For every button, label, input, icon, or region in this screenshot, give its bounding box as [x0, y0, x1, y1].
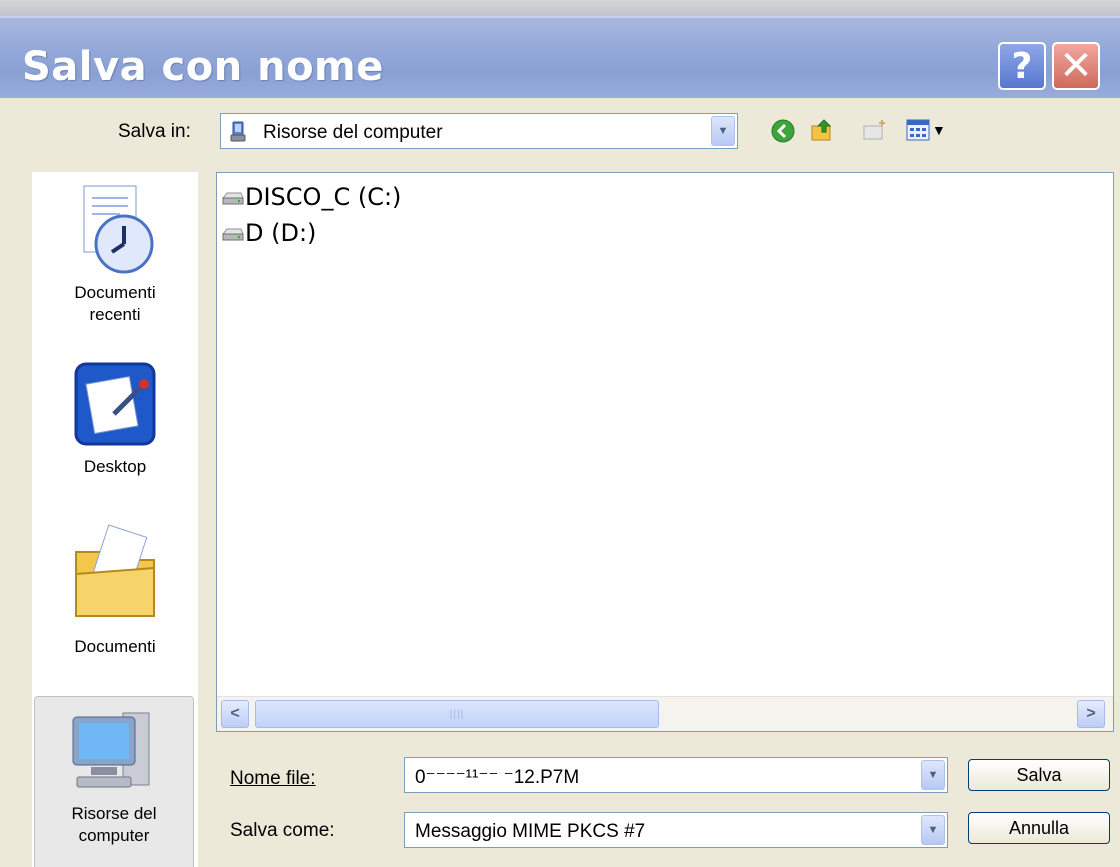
- view-menu-icon[interactable]: ▼: [906, 118, 946, 142]
- my-computer-icon: [229, 121, 251, 148]
- drive-icon: [221, 187, 245, 207]
- desktop-icon: [70, 358, 160, 450]
- dialog-title: Salva con nome: [22, 44, 384, 90]
- chevron-down-icon[interactable]: ▼: [711, 116, 735, 146]
- place-label: Documenti recenti: [74, 283, 156, 324]
- help-button[interactable]: ?: [998, 42, 1046, 90]
- chevron-down-icon[interactable]: ▼: [921, 760, 945, 790]
- save-in-label: Salva in:: [118, 121, 191, 142]
- place-label: Risorse del computer: [71, 804, 157, 845]
- close-button[interactable]: ✕: [1052, 42, 1100, 90]
- place-recent-documents[interactable]: Documenti recenti: [32, 182, 198, 326]
- file-name: D (D:): [245, 219, 317, 247]
- back-icon[interactable]: [770, 118, 796, 149]
- horizontal-scrollbar[interactable]: < |||| >: [217, 696, 1113, 731]
- place-desktop[interactable]: Desktop: [32, 358, 198, 478]
- place-label: Documenti: [74, 637, 156, 656]
- drive-icon: [221, 223, 245, 243]
- filetype-value: Messaggio MIME PKCS #7: [415, 821, 646, 842]
- place-label: Desktop: [83, 457, 147, 476]
- save-in-value: Risorse del computer: [263, 122, 443, 143]
- file-name: DISCO_C (C:): [245, 183, 402, 211]
- up-folder-icon[interactable]: [808, 116, 836, 149]
- background-window-strip: [0, 0, 1120, 16]
- list-item[interactable]: DISCO_C (C:): [221, 181, 401, 213]
- scrollbar-thumb[interactable]: ||||: [255, 700, 659, 728]
- recent-documents-icon: [70, 182, 160, 282]
- filetype-dropdown[interactable]: Messaggio MIME PKCS #7 ▼: [404, 812, 948, 848]
- filename-input[interactable]: 0⁻⁻⁻⁻¹¹⁻⁻ ⁻12.P7M ▼: [404, 757, 948, 793]
- filetype-label: Salva come:: [230, 820, 335, 841]
- save-in-dropdown[interactable]: Risorse del computer ▼: [220, 113, 738, 149]
- scroll-left-button[interactable]: <: [221, 700, 249, 728]
- save-as-dialog: Salva con nome ? ✕ Salva in: Risorse del…: [0, 0, 1120, 867]
- file-list[interactable]: DISCO_C (C:) D (D:) < |||| >: [216, 172, 1114, 732]
- my-computer-icon: [67, 707, 163, 802]
- chevron-down-icon[interactable]: ▼: [921, 815, 945, 845]
- scroll-right-button[interactable]: >: [1077, 700, 1105, 728]
- title-bar[interactable]: Salva con nome ? ✕: [0, 16, 1120, 98]
- places-bar: Documenti recenti Desktop Documenti Riso…: [32, 172, 198, 867]
- list-item[interactable]: D (D:): [221, 217, 316, 249]
- place-documents[interactable]: Documenti: [32, 522, 198, 658]
- filename-label-text: Nome file:: [230, 768, 316, 789]
- cancel-button[interactable]: Annulla: [968, 812, 1110, 844]
- documents-folder-icon: [70, 522, 160, 622]
- new-folder-icon[interactable]: [862, 118, 888, 147]
- filename-value: 0⁻⁻⁻⁻¹¹⁻⁻ ⁻12.P7M: [415, 767, 580, 788]
- filename-label: Nome file:: [230, 768, 316, 790]
- place-my-computer[interactable]: Risorse del computer: [34, 696, 194, 867]
- save-button[interactable]: Salva: [968, 759, 1110, 791]
- view-dropdown-arrow-icon: ▼: [932, 122, 946, 138]
